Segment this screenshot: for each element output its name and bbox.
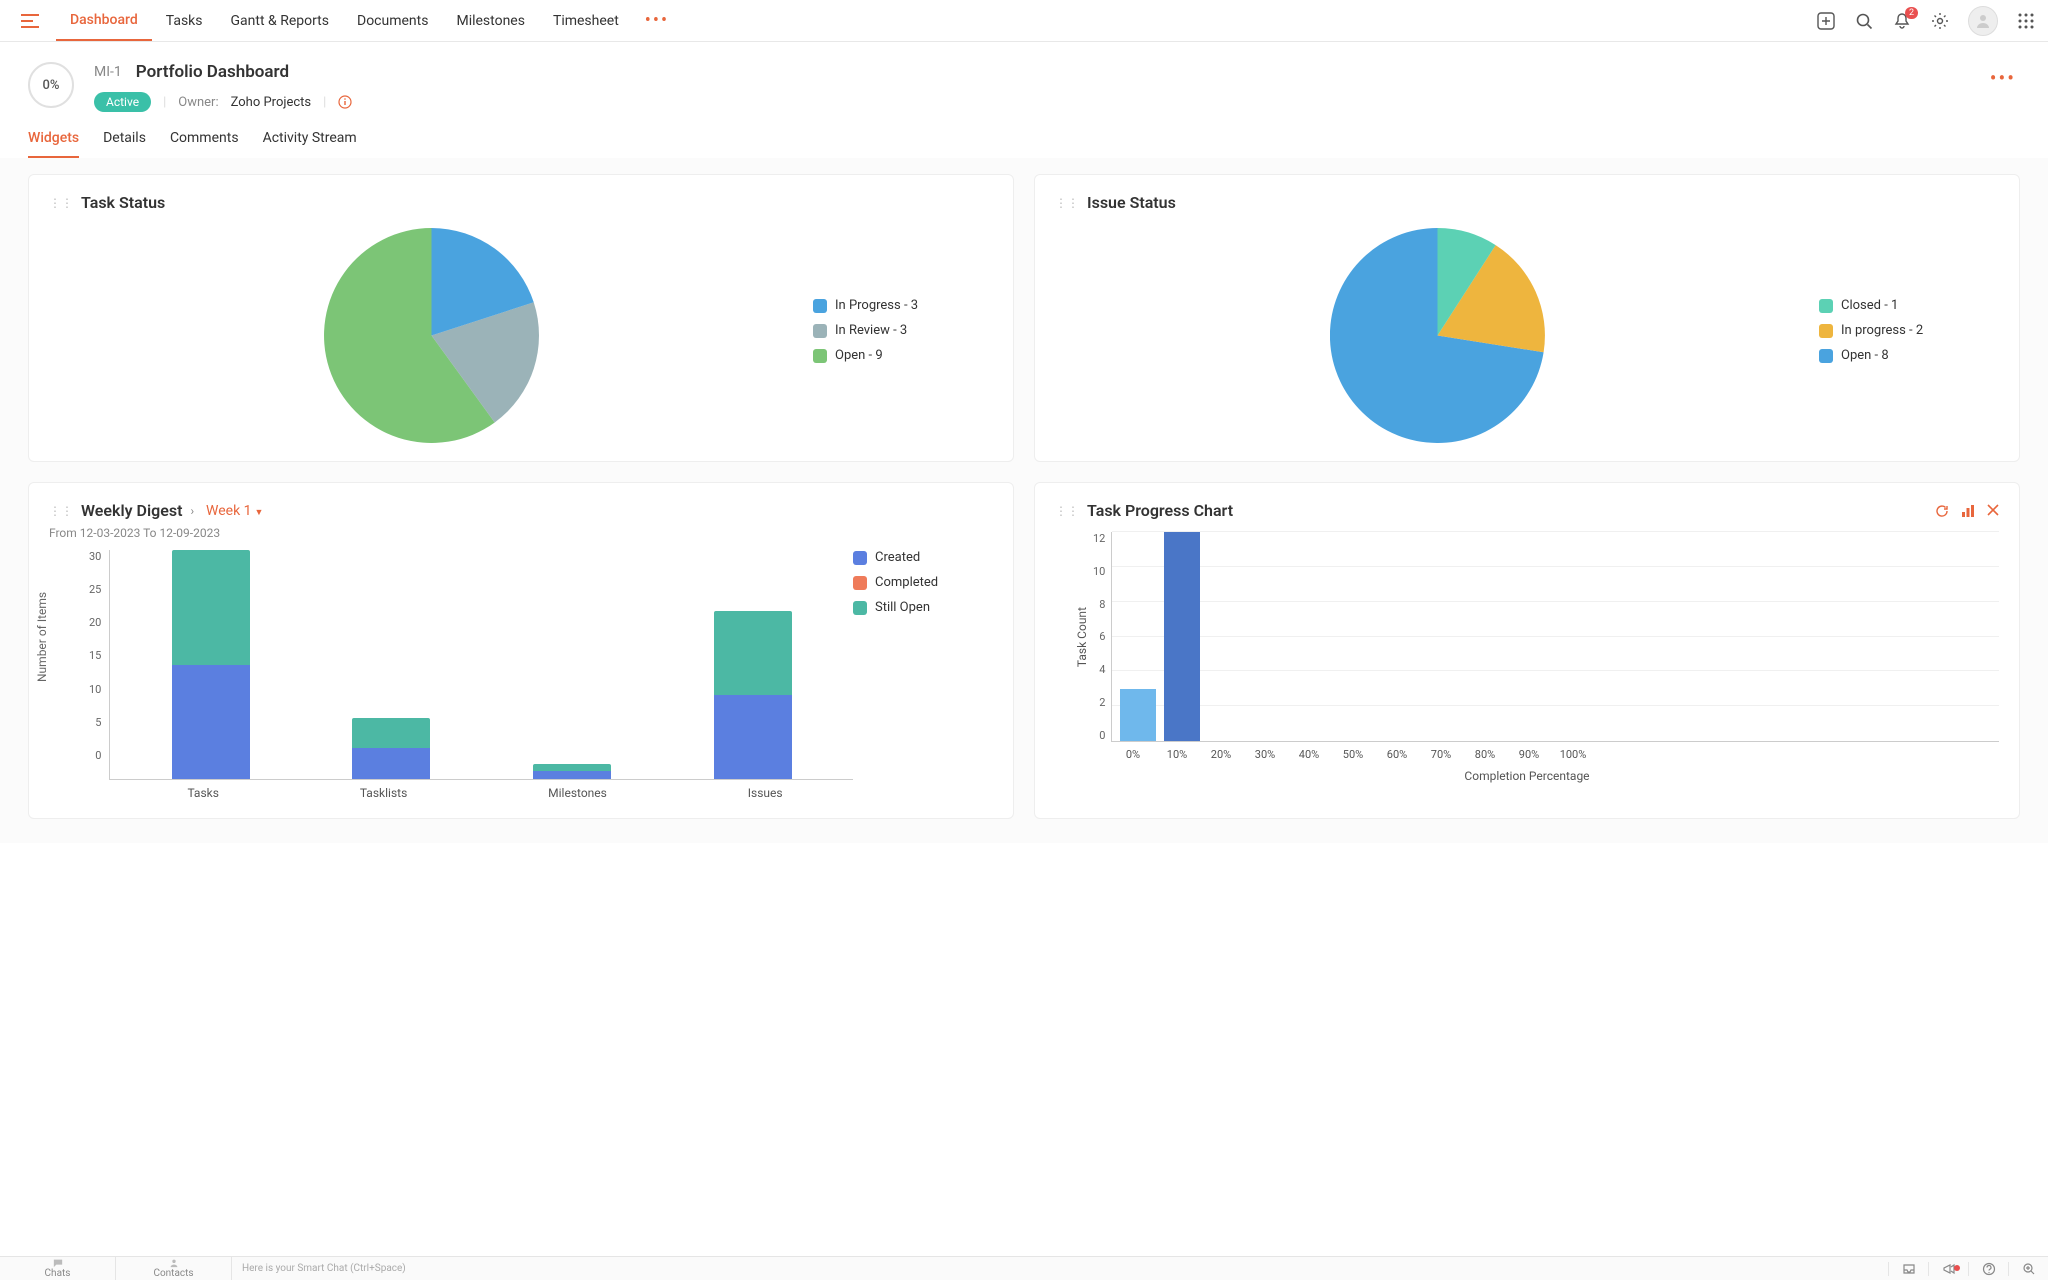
y-axis-label: Number of Items (35, 592, 49, 682)
drag-handle-icon[interactable]: ⋮⋮ (49, 196, 73, 210)
subtab-activity[interactable]: Activity Stream (263, 130, 357, 158)
menu-toggle-icon[interactable] (12, 14, 48, 28)
refresh-icon[interactable] (1935, 504, 1949, 518)
legend-swatch (1819, 299, 1833, 313)
legend-item[interactable]: In progress - 2 (1819, 323, 1999, 338)
bottom-bar: Chats Contacts Here is your Smart Chat (… (0, 1256, 2048, 1280)
bottom-chats[interactable]: Chats (0, 1257, 116, 1280)
legend-item[interactable]: Open - 8 (1819, 348, 1999, 363)
info-icon[interactable] (338, 95, 352, 109)
nav-tab-gantt[interactable]: Gantt & Reports (217, 0, 344, 41)
legend-swatch (853, 551, 867, 565)
apps-grid-icon[interactable] (2016, 11, 2036, 31)
nav-tab-milestones[interactable]: Milestones (442, 0, 539, 41)
inbox-icon[interactable] (1888, 1262, 1928, 1276)
nav-tabs: Dashboard Tasks Gantt & Reports Document… (56, 0, 681, 41)
chevron-right-icon: › (190, 504, 194, 518)
nav-tab-timesheet[interactable]: Timesheet (539, 0, 633, 41)
legend-swatch (1819, 324, 1833, 338)
bell-icon[interactable]: 2 (1892, 11, 1912, 31)
user-avatar[interactable] (1968, 6, 1998, 36)
smart-chat-input[interactable]: Here is your Smart Chat (Ctrl+Space) (232, 1263, 1888, 1274)
widget-issue-status: ⋮⋮ Issue Status Closed - 1 In progress -… (1034, 174, 2020, 462)
drag-handle-icon[interactable]: ⋮⋮ (1055, 196, 1079, 210)
item-id: MI-1 (94, 64, 122, 80)
gear-icon[interactable] (1930, 11, 1950, 31)
issue-status-pie (1330, 228, 1545, 443)
owner-value: Zoho Projects (231, 95, 312, 110)
widget-weekly-digest: ⋮⋮ Weekly Digest › Week 1▼ From 12-03-20… (28, 482, 1014, 819)
bar-tasks[interactable] (172, 550, 250, 779)
progress-ring: 0% (28, 62, 74, 108)
page-header: 0% MI-1 Portfolio Dashboard Active | Own… (0, 42, 2048, 112)
page-title: Portfolio Dashboard (136, 62, 289, 82)
date-range: From 12-03-2023 To 12-09-2023 (49, 526, 993, 540)
zoom-icon[interactable] (2008, 1262, 2048, 1276)
legend-item[interactable]: In Progress - 3 (813, 298, 993, 313)
bar-milestones[interactable] (533, 764, 611, 779)
nav-tab-documents[interactable]: Documents (343, 0, 442, 41)
issue-status-legend: Closed - 1 In progress - 2 Open - 8 (1819, 298, 1999, 373)
task-status-pie (324, 228, 539, 443)
legend-swatch (813, 299, 827, 313)
subtab-details[interactable]: Details (103, 130, 146, 158)
owner-label: Owner: (178, 95, 218, 110)
task-status-legend: In Progress - 3 In Review - 3 Open - 9 (813, 298, 993, 373)
add-icon[interactable] (1816, 11, 1836, 31)
weekly-digest-legend: Created Completed Still Open (853, 550, 993, 800)
legend-swatch (853, 576, 867, 590)
widget-title: Weekly Digest (81, 501, 182, 520)
help-icon[interactable] (1968, 1262, 2008, 1276)
widget-task-progress: ⋮⋮ Task Progress Chart Task Count 12 10 (1034, 482, 2020, 819)
widget-title: Task Progress Chart (1087, 501, 1233, 520)
widget-title: Task Status (81, 193, 165, 212)
legend-item[interactable]: Still Open (853, 600, 993, 615)
legend-swatch (1819, 349, 1833, 363)
task-progress-plot (1111, 532, 1999, 742)
notification-badge: 2 (1905, 7, 1918, 19)
close-icon[interactable] (1987, 504, 1999, 518)
bottom-contacts[interactable]: Contacts (116, 1257, 232, 1280)
legend-swatch (853, 601, 867, 615)
announce-icon[interactable] (1928, 1262, 1968, 1276)
subtab-comments[interactable]: Comments (170, 130, 239, 158)
legend-item[interactable]: Completed (853, 575, 993, 590)
top-nav: Dashboard Tasks Gantt & Reports Document… (0, 0, 2048, 42)
search-icon[interactable] (1854, 11, 1874, 31)
legend-item[interactable]: In Review - 3 (813, 323, 993, 338)
drag-handle-icon[interactable]: ⋮⋮ (49, 504, 73, 518)
x-axis-ticks: 0% 10% 20% 30% 40% 50% 60% 70% 80% 90% 1… (1055, 748, 1999, 761)
widgets-grid: ⋮⋮ Task Status In Progress - 3 In Review… (0, 158, 2048, 843)
subtab-widgets[interactable]: Widgets (28, 130, 79, 158)
status-badge[interactable]: Active (94, 92, 151, 112)
bar-0pct[interactable] (1120, 689, 1156, 741)
drag-handle-icon[interactable]: ⋮⋮ (1055, 504, 1079, 518)
nav-tab-dashboard[interactable]: Dashboard (56, 0, 152, 41)
bar-10pct[interactable] (1164, 532, 1200, 741)
bar-tasklists[interactable] (352, 718, 430, 779)
y-axis-ticks: 30 25 20 15 10 5 0 (89, 550, 109, 780)
week-selector[interactable]: Week 1▼ (206, 503, 263, 519)
subtabs: Widgets Details Comments Activity Stream (0, 112, 2048, 158)
caret-down-icon: ▼ (255, 508, 264, 518)
bar-issues[interactable] (714, 611, 792, 779)
x-axis-labels: Tasks Tasklists Milestones Issues (117, 780, 853, 800)
legend-item[interactable]: Closed - 1 (1819, 298, 1999, 313)
chart-icon[interactable] (1961, 504, 1975, 518)
y-axis-ticks: 12 10 8 6 4 2 0 (1093, 532, 1111, 742)
legend-item[interactable]: Created (853, 550, 993, 565)
legend-swatch (813, 324, 827, 338)
nav-right: 2 (1816, 6, 2036, 36)
weekly-digest-plot (109, 550, 853, 780)
y-axis-label: Task Count (1075, 607, 1089, 667)
x-axis-label: Completion Percentage (1055, 769, 1999, 783)
header-more-icon[interactable]: ••• (1986, 62, 2020, 94)
legend-item[interactable]: Open - 9 (813, 348, 993, 363)
nav-tab-tasks[interactable]: Tasks (152, 0, 217, 41)
nav-more-icon[interactable]: ••• (633, 0, 681, 41)
widget-task-status: ⋮⋮ Task Status In Progress - 3 In Review… (28, 174, 1014, 462)
legend-swatch (813, 349, 827, 363)
widget-title: Issue Status (1087, 193, 1176, 212)
